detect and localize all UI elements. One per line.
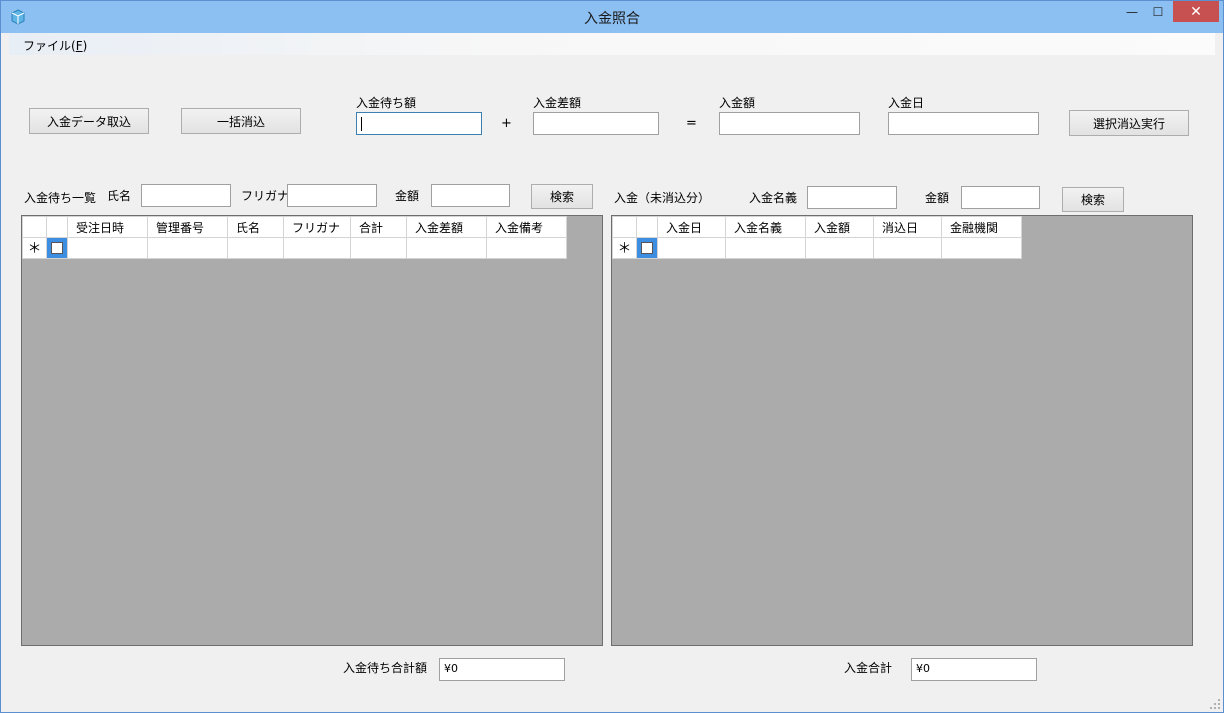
table-cell[interactable] — [725, 237, 806, 259]
name-search-label: 氏名 — [107, 189, 132, 203]
column-header[interactable]: 消込日 — [873, 216, 942, 238]
right-search-button[interactable]: 検索 — [1062, 187, 1124, 212]
checkbox-column-header[interactable] — [636, 216, 658, 238]
pending-total-field: ¥0 — [439, 658, 565, 681]
amount-search-label: 金額 — [395, 189, 420, 203]
pending-amount-label: 入金待ち額 — [356, 96, 417, 110]
name-search-input[interactable] — [141, 184, 231, 207]
column-header[interactable]: 合計 — [350, 216, 407, 238]
new-row[interactable]: ＊ — [612, 237, 1022, 259]
table-cell[interactable] — [283, 237, 351, 259]
plus-sign: + — [501, 116, 512, 131]
title-bar[interactable]: 入金照合 — ☐ ✕ — [1, 1, 1223, 33]
row-checkbox-cell[interactable] — [636, 237, 658, 259]
table-cell[interactable] — [147, 237, 228, 259]
kana-search-input[interactable] — [287, 184, 377, 207]
table-cell[interactable] — [805, 237, 874, 259]
pending-list-title: 入金待ち一覧 — [24, 191, 97, 205]
right-amount-search-label: 金額 — [925, 191, 950, 205]
row-checkbox-cell[interactable] — [46, 237, 68, 259]
table-cell[interactable] — [486, 237, 567, 259]
table-cell[interactable] — [657, 237, 726, 259]
grid-corner-cell — [612, 216, 637, 238]
column-header[interactable]: 管理番号 — [147, 216, 228, 238]
column-header[interactable]: 入金日 — [657, 216, 726, 238]
unreconciled-deposits-title: 入金（未消込分） — [614, 191, 711, 205]
text-caret — [361, 117, 362, 131]
column-header[interactable]: 入金額 — [805, 216, 874, 238]
kana-search-label: フリガナ — [241, 189, 290, 203]
deposit-amount-input[interactable] — [719, 112, 860, 135]
minimize-button[interactable]: — — [1119, 1, 1145, 22]
amount-search-input[interactable] — [431, 184, 510, 207]
menu-file[interactable]: ファイル(F) — [23, 37, 87, 54]
pending-deposits-grid[interactable]: 受注日時 管理番号 氏名 フリガナ 合計 入金差額 入金備考 ＊ — [21, 215, 603, 646]
diff-amount-label: 入金差額 — [533, 96, 582, 110]
column-header[interactable]: 受注日時 — [67, 216, 148, 238]
pending-amount-input[interactable] — [356, 112, 482, 135]
menu-file-prefix: ファイル( — [23, 39, 76, 53]
deposit-total-field: ¥0 — [911, 658, 1037, 681]
menu-bar: ファイル(F) — [9, 33, 1215, 55]
maximize-button[interactable]: ☐ — [1145, 1, 1171, 22]
table-cell[interactable] — [350, 237, 407, 259]
window-title: 入金照合 — [584, 11, 640, 27]
column-header[interactable]: 入金備考 — [486, 216, 567, 238]
column-header[interactable]: 入金名義 — [725, 216, 806, 238]
deposit-date-input[interactable] — [888, 112, 1039, 135]
payer-search-input[interactable] — [807, 186, 897, 209]
column-header[interactable]: 金融機関 — [941, 216, 1022, 238]
table-cell[interactable] — [941, 237, 1022, 259]
payer-search-label: 入金名義 — [749, 191, 798, 205]
close-button[interactable]: ✕ — [1173, 1, 1219, 22]
new-row-marker: ＊ — [22, 237, 47, 259]
column-header[interactable]: フリガナ — [283, 216, 351, 238]
main-window: 入金照合 — ☐ ✕ ファイル(F) 入金データ取込 一括消込 入金待ち額 + … — [0, 0, 1224, 713]
column-header[interactable]: 入金差額 — [406, 216, 487, 238]
deposit-total-label: 入金合計 — [844, 661, 893, 675]
checkbox-column-header[interactable] — [46, 216, 68, 238]
deposit-amount-label: 入金額 — [719, 96, 756, 110]
menu-file-accel: F — [75, 39, 83, 53]
right-amount-search-input[interactable] — [961, 186, 1040, 209]
pending-total-label: 入金待ち合計額 — [343, 661, 428, 675]
grid-corner-cell — [22, 216, 47, 238]
new-row[interactable]: ＊ — [22, 237, 567, 259]
left-search-button[interactable]: 検索 — [531, 184, 593, 209]
table-cell[interactable] — [227, 237, 284, 259]
new-row-marker: ＊ — [612, 237, 637, 259]
execute-selected-clear-button[interactable]: 選択消込実行 — [1069, 110, 1189, 136]
table-cell[interactable] — [67, 237, 148, 259]
bulk-clear-button[interactable]: 一括消込 — [181, 108, 301, 134]
equals-sign: = — [686, 116, 697, 131]
resize-grip-icon[interactable] — [1210, 699, 1220, 709]
deposits-grid[interactable]: 入金日 入金名義 入金額 消込日 金融機関 ＊ — [611, 215, 1193, 646]
column-header[interactable]: 氏名 — [227, 216, 284, 238]
diff-amount-input[interactable] — [533, 112, 659, 135]
row-checkbox[interactable] — [51, 242, 63, 254]
table-cell[interactable] — [406, 237, 487, 259]
deposit-date-label: 入金日 — [888, 96, 925, 110]
row-checkbox[interactable] — [641, 242, 653, 254]
table-cell[interactable] — [873, 237, 942, 259]
import-deposit-data-button[interactable]: 入金データ取込 — [29, 108, 149, 134]
menu-file-suffix: ) — [82, 39, 88, 53]
